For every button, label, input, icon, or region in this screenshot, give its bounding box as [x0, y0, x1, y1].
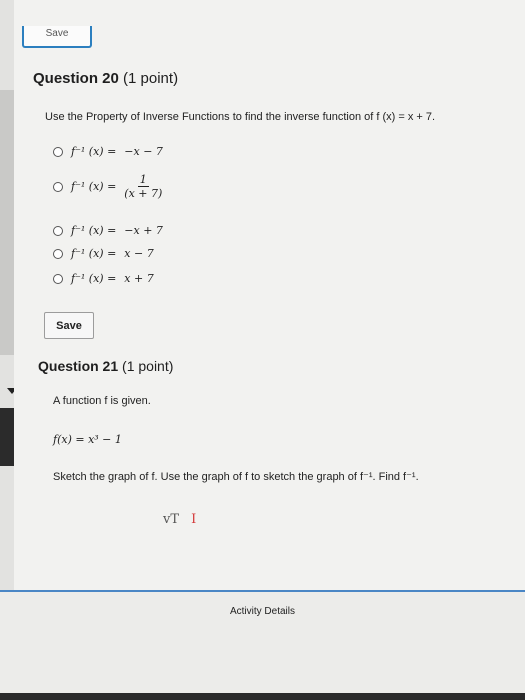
left-panel-dark-block: [0, 408, 14, 466]
q21-intro: A function f is given.: [53, 395, 151, 407]
q20-option-4[interactable]: f⁻¹ (x) = x − 7: [53, 247, 154, 260]
q20-save-button[interactable]: Save: [44, 312, 94, 339]
q21-title: Question 21 (1 point): [38, 358, 173, 374]
bottom-edge: [0, 693, 525, 700]
fraction-numerator: 1: [137, 173, 149, 187]
q20-option-2[interactable]: f⁻¹ (x) = 1 (x + 7): [53, 173, 162, 200]
option-fraction: 1 (x + 7): [124, 173, 162, 200]
activity-details-link[interactable]: Activity Details: [0, 606, 525, 617]
option-lhs: f⁻¹ (x) =: [71, 180, 117, 193]
q20-title-text: Question 20: [33, 70, 119, 87]
q21-title-text: Question 21: [38, 358, 119, 374]
q20-option-1[interactable]: f⁻¹ (x) = −x − 7: [53, 145, 163, 158]
option-lhs: f⁻¹ (x) =: [71, 224, 117, 237]
option-rhs: −x + 7: [124, 224, 163, 237]
radio-button[interactable]: [53, 248, 63, 259]
q21-points: (1 point): [122, 358, 174, 374]
option-rhs: x − 7: [124, 247, 154, 260]
q20-title: Question 20 (1 point): [33, 70, 178, 87]
radio-button[interactable]: [53, 146, 63, 157]
radio-button[interactable]: [53, 273, 63, 284]
question-content: [14, 0, 525, 590]
q21-function: f(x) = x³ − 1: [53, 433, 122, 446]
top-save-button[interactable]: Save: [22, 26, 92, 48]
option-lhs: f⁻¹ (x) =: [71, 272, 117, 285]
mark-right: I: [191, 512, 197, 527]
fraction-denominator: (x + 7): [124, 187, 163, 200]
mark-left: vT: [163, 512, 180, 527]
option-lhs: f⁻¹ (x) =: [71, 145, 117, 158]
option-rhs: x + 7: [124, 272, 154, 285]
q20-prompt: Use the Property of Inverse Functions to…: [45, 111, 436, 123]
answer-marks: vT I: [163, 512, 196, 527]
option-lhs: f⁻¹ (x) =: [71, 247, 117, 260]
q20-option-5[interactable]: f⁻¹ (x) = x + 7: [53, 272, 154, 285]
q21-instruction: Sketch the graph of f. Use the graph of …: [53, 471, 419, 483]
left-panel-shade: [0, 90, 14, 355]
radio-button[interactable]: [53, 225, 63, 236]
radio-button[interactable]: [53, 181, 63, 192]
option-rhs: −x − 7: [124, 145, 163, 158]
q20-option-3[interactable]: f⁻¹ (x) = −x + 7: [53, 224, 163, 237]
q20-points: (1 point): [123, 70, 179, 87]
